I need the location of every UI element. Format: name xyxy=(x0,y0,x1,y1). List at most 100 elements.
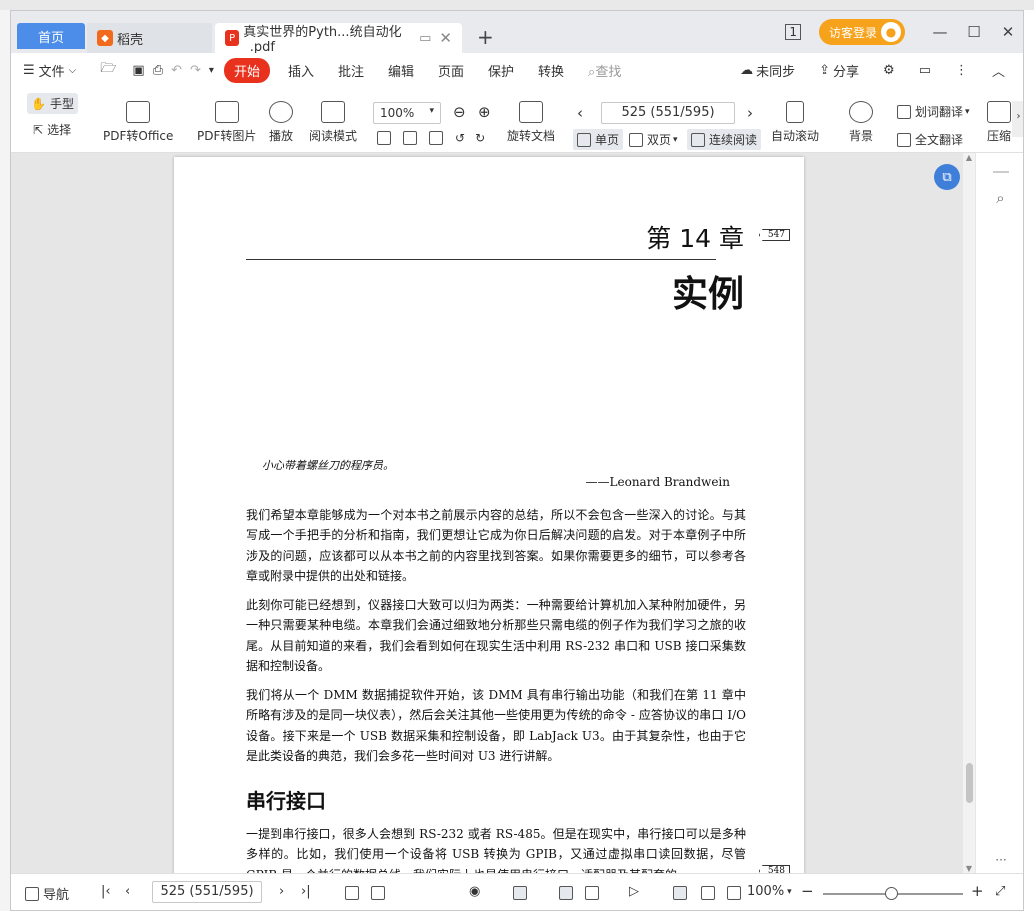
search-document-icon[interactable]: ⌕ xyxy=(976,189,1023,207)
zoom-in-icon[interactable]: ⊕ xyxy=(478,103,491,121)
minimize-button[interactable]: — xyxy=(923,23,957,41)
status-page-input[interactable]: 525 (551/595) xyxy=(152,881,262,903)
tab-daoke[interactable]: ◆ 稻壳 xyxy=(87,23,212,53)
chapter-title: 实例 xyxy=(671,274,744,315)
compress-button[interactable]: 压缩 xyxy=(987,101,1011,144)
next-page-icon[interactable]: › xyxy=(747,104,753,122)
zoom-select[interactable]: 100% ▾ xyxy=(373,102,441,124)
layout-icon[interactable]: 1 xyxy=(785,24,801,40)
fit-page-icon[interactable] xyxy=(403,131,417,145)
status-zoom-select[interactable]: 100% ▾ xyxy=(747,884,792,899)
visitor-login-button[interactable]: 访客登录 ● xyxy=(818,19,905,45)
first-page-icon[interactable]: |‹ xyxy=(101,884,111,899)
menu-start[interactable]: 开始 xyxy=(223,57,270,83)
rotate-left-icon[interactable]: ↺ xyxy=(455,131,465,145)
continuous-icon xyxy=(691,132,705,147)
forward-icon[interactable] xyxy=(371,886,385,900)
epigraph: 小心带着螺丝刀的程序员。 xyxy=(262,459,394,472)
open-icon[interactable]: 🗁 xyxy=(88,59,128,81)
wps-pdf-window: 首页 ◆ 稻壳 P 真实世界的Pyth...统自动化_.pdf ▭ ✕ + 1 … xyxy=(10,10,1024,911)
hand-tool-button[interactable]: ✋ 手型 xyxy=(27,93,78,114)
scroll-up-icon[interactable]: ▲ xyxy=(963,153,975,162)
menu-page[interactable]: 页面 xyxy=(426,61,476,80)
continuous-view-icon[interactable] xyxy=(513,886,527,900)
collapse-ribbon-icon[interactable]: ︿ xyxy=(980,61,1017,80)
actual-size-icon[interactable] xyxy=(377,131,391,145)
settings-icon[interactable]: ⚙ xyxy=(871,63,907,78)
single-view-icon[interactable] xyxy=(559,886,573,900)
read-mode-button[interactable]: 阅读模式 xyxy=(309,101,357,144)
zoom-out-button[interactable]: − xyxy=(801,882,814,900)
menu-annotate[interactable]: 批注 xyxy=(326,61,376,80)
full-translate-button[interactable]: 全文翻译 xyxy=(897,131,963,148)
fit-width-icon[interactable] xyxy=(429,131,443,145)
word-translate-button[interactable]: 划词翻译 ▾ xyxy=(897,103,970,120)
vertical-scrollbar[interactable]: ▲ ▼ xyxy=(963,153,975,873)
prev-page-icon[interactable]: ‹ xyxy=(577,104,583,122)
select-tool-button[interactable]: ⇱ 选择 xyxy=(33,121,71,138)
epigraph-author: ——Leonard Brandwein xyxy=(585,475,730,489)
pdf-to-image-button[interactable]: PDF转图片 xyxy=(197,101,256,144)
maximize-button[interactable]: ☐ xyxy=(957,23,991,41)
background-button[interactable]: 背景 xyxy=(849,101,873,144)
zoom-in-button[interactable]: + xyxy=(971,882,984,900)
zoom-slider-handle[interactable] xyxy=(885,887,898,900)
more-icon[interactable]: ⋮ xyxy=(943,63,980,78)
single-page-icon xyxy=(577,132,591,147)
menu-protect[interactable]: 保护 xyxy=(476,61,526,80)
pdf-icon: P xyxy=(225,30,240,46)
page-number-input[interactable]: 525 (551/595) xyxy=(601,102,735,124)
share-icon: ⇪ xyxy=(819,62,831,78)
auto-scroll-button[interactable]: 自动滚动 xyxy=(771,101,819,144)
play-label: 播放 xyxy=(269,129,294,143)
tab-restore-icon[interactable]: ▭ xyxy=(419,31,431,46)
new-tab-button[interactable]: + xyxy=(477,25,494,49)
back-icon[interactable] xyxy=(345,886,359,900)
navigation-button[interactable]: 导航 xyxy=(25,884,69,903)
menu-edit[interactable]: 编辑 xyxy=(376,61,426,80)
scrollbar-thumb[interactable] xyxy=(966,763,973,803)
ribbon-scroll-right[interactable]: › xyxy=(1012,101,1023,137)
sync-status[interactable]: ☁ 未同步 xyxy=(728,61,807,80)
scroll-down-icon[interactable]: ▼ xyxy=(963,864,975,873)
menu-convert[interactable]: 转换 xyxy=(526,61,576,80)
tab-pdf-document[interactable]: P 真实世界的Pyth...统自动化_.pdf ▭ ✕ xyxy=(215,23,462,55)
continuous-read-button[interactable]: 连续阅读 xyxy=(687,129,762,150)
rotate-document-button[interactable]: 旋转文档 xyxy=(507,101,555,144)
next-page-icon[interactable]: › xyxy=(279,884,284,899)
tab-close-icon[interactable]: ✕ xyxy=(439,29,452,47)
share-button[interactable]: ⇪ 分享 xyxy=(807,61,871,80)
panel-more-icon[interactable]: ··· xyxy=(976,853,1023,867)
status-zoom-value: 100% xyxy=(747,884,785,899)
play-icon[interactable]: ▷ xyxy=(629,884,639,899)
chevron-down-icon: ⌵ xyxy=(68,64,77,76)
zoom-out-icon[interactable]: ⊖ xyxy=(453,103,466,121)
single-page-button[interactable]: 单页 xyxy=(573,129,624,150)
fullscreen-icon[interactable]: ⤢ xyxy=(995,884,1005,899)
background-label: 背景 xyxy=(849,129,874,143)
feedback-icon[interactable]: ▭ xyxy=(907,63,943,78)
last-page-icon[interactable]: ›| xyxy=(301,884,311,899)
double-view-icon[interactable] xyxy=(585,886,599,900)
save-icon[interactable]: ▣ xyxy=(128,63,148,78)
fit-page-icon[interactable] xyxy=(701,886,715,900)
double-page-button[interactable]: 双页 ▾ xyxy=(629,131,678,148)
redo-icon[interactable]: ↷ xyxy=(186,63,205,78)
tab-home[interactable]: 首页 xyxy=(17,23,85,49)
search-box[interactable]: ⌕查找 xyxy=(588,61,621,80)
eye-protection-icon[interactable]: ◉ xyxy=(469,884,480,899)
floating-tool-button[interactable]: ⧉ xyxy=(934,164,960,190)
menu-insert[interactable]: 插入 xyxy=(276,61,326,80)
undo-icon[interactable]: ↶ xyxy=(167,63,186,78)
rotate-right-icon[interactable]: ↻ xyxy=(475,131,485,145)
document-viewer[interactable]: 第 14 章 547 实例 小心带着螺丝刀的程序员。 ——Leonard Bra… xyxy=(11,153,971,873)
print-icon[interactable]: ⎙ xyxy=(149,63,167,78)
file-menu[interactable]: ☰ 文件 ⌵ xyxy=(11,61,88,80)
actual-size-icon[interactable] xyxy=(673,886,687,900)
prev-page-icon[interactable]: ‹ xyxy=(125,884,130,899)
pdf-to-office-button[interactable]: PDF转Office xyxy=(103,101,173,144)
more-dropdown-icon[interactable]: ▾ xyxy=(205,65,218,76)
fit-width-icon[interactable] xyxy=(727,886,741,900)
close-button[interactable]: ✕ xyxy=(991,23,1023,41)
play-button[interactable]: 播放 xyxy=(269,101,293,144)
